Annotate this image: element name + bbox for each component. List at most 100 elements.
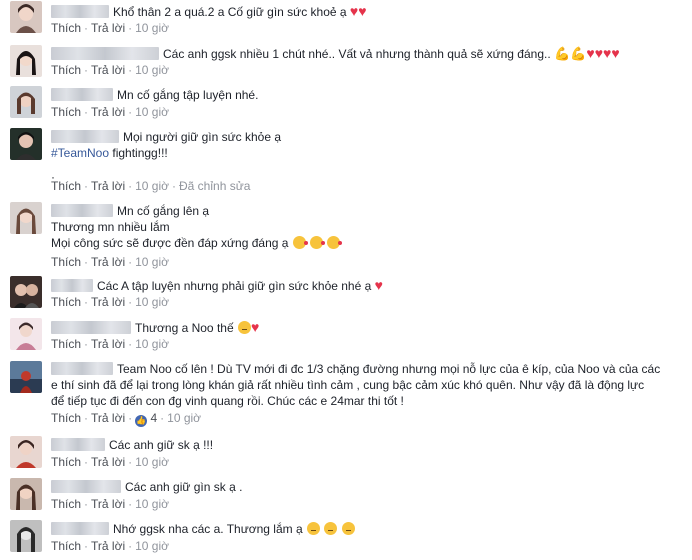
avatar[interactable] — [10, 318, 42, 350]
avatar[interactable] — [10, 361, 42, 393]
comment-body: Mọi người giữ gìn sức khỏe ạ #TeamNoo fi… — [51, 129, 684, 161]
muscle-emoji: 💪 — [570, 46, 587, 61]
comment-actions: Thích · Trả lời · 10 giờ — [51, 105, 169, 119]
comment-actions: Thích · Trả lời · 10 giờ — [51, 337, 169, 351]
commenter-name[interactable] — [51, 438, 105, 451]
kiss-emoji — [327, 236, 343, 249]
comment-actions: Thích · Trả lời · 10 giờ — [51, 539, 169, 553]
avatar[interactable] — [10, 276, 42, 308]
commenter-name[interactable] — [51, 88, 113, 101]
reply-link[interactable]: Trả lời — [91, 255, 125, 269]
timestamp[interactable]: 10 giờ — [135, 539, 169, 553]
like-link[interactable]: Thích — [51, 295, 81, 309]
commenter-name[interactable] — [51, 47, 159, 60]
kiss-emoji — [310, 236, 326, 249]
commenter-name[interactable] — [51, 362, 113, 375]
comment-actions: Thích · Trả lời · 10 giờ — [51, 255, 169, 269]
reply-link[interactable]: Trả lời — [91, 295, 125, 309]
timestamp[interactable]: 10 giờ — [135, 497, 169, 511]
timestamp[interactable]: 10 giờ — [135, 21, 169, 35]
timestamp[interactable]: 10 giờ — [135, 295, 169, 309]
comment-text: Các anh giữ sk ạ !!! — [109, 438, 214, 452]
reply-link[interactable]: Trả lời — [91, 497, 125, 511]
heart-emoji: ♥ — [374, 277, 383, 293]
avatar[interactable] — [10, 202, 42, 234]
timestamp[interactable]: 10 giờ — [135, 63, 169, 77]
thumbs-up-icon[interactable]: 👍 — [135, 415, 148, 427]
comment-text: Các anh giữ gìn sk ạ . — [125, 480, 243, 494]
like-link[interactable]: Thích — [51, 497, 81, 511]
reply-link[interactable]: Trả lời — [91, 337, 125, 351]
timestamp[interactable]: 10 giờ — [135, 337, 169, 351]
avatar[interactable] — [10, 45, 42, 77]
comment-text: để tiếp tục đi đến con đg vinh quang rồi… — [51, 394, 404, 408]
commenter-name[interactable] — [51, 522, 109, 535]
timestamp[interactable]: 10 giờ — [135, 179, 169, 193]
like-link[interactable]: Thích — [51, 255, 81, 269]
avatar[interactable] — [10, 520, 42, 552]
reply-link[interactable]: Trả lời — [91, 411, 125, 425]
kiss-emoji — [292, 236, 308, 249]
reply-link[interactable]: Trả lời — [91, 179, 125, 193]
commenter-name[interactable] — [51, 5, 109, 18]
comment-text: Mọi công sức sẽ được đền đáp xứng đáng ạ — [51, 236, 289, 250]
reply-link[interactable]: Trả lời — [91, 455, 125, 469]
commenter-name[interactable] — [51, 204, 113, 217]
timestamp[interactable]: 10 giờ — [135, 105, 169, 119]
comment-actions: Thích · Trả lời · 10 giờ — [51, 21, 169, 35]
like-link[interactable]: Thích — [51, 105, 81, 119]
like-count[interactable]: 4 — [150, 411, 157, 425]
like-link[interactable]: Thích — [51, 455, 81, 469]
reply-link[interactable]: Trả lời — [91, 21, 125, 35]
reply-link[interactable]: Trả lời — [91, 105, 125, 119]
avatar[interactable] — [10, 86, 42, 118]
comment: Thương a Noo thế ♥ Thích · Trả lời · 10 giờ — [0, 314, 692, 356]
edited-link[interactable]: Đã chỉnh sửa — [179, 179, 250, 193]
comment: Các anh giữ gìn sk ạ . Thích · Trả lời · 10 … — [0, 474, 692, 516]
avatar[interactable] — [10, 436, 42, 468]
comment-text: Thương a Noo thế — [135, 321, 234, 335]
reply-link[interactable]: Trả lời — [91, 539, 125, 553]
timestamp[interactable]: 10 giờ — [135, 255, 169, 269]
comment-body: Các anh ggsk nhiều 1 chút nhé.. Vất vả n… — [51, 45, 684, 62]
commenter-name[interactable] — [51, 130, 119, 143]
comment-actions: Thích · Trả lời · 👍 4 · 10 giờ — [51, 411, 202, 427]
sad-emoji — [324, 522, 338, 535]
comment: Mn cố gắng tập luyện nhé. Thích · Trả lời ·… — [0, 82, 692, 124]
avatar[interactable] — [10, 1, 42, 33]
like-link[interactable]: Thích — [51, 411, 81, 425]
commenter-name[interactable] — [51, 480, 121, 493]
comment-text: Nhớ ggsk nha các a. Thương lắm ạ — [113, 522, 303, 536]
avatar[interactable] — [10, 478, 42, 510]
separator-dot: · — [51, 170, 55, 184]
reply-link[interactable]: Trả lời — [91, 63, 125, 77]
comment: Mn cố gắng lên ạ Thương mn nhiều lắm Mọi… — [0, 196, 692, 270]
sad-emoji — [341, 522, 355, 535]
commenter-name[interactable] — [51, 321, 131, 334]
like-link[interactable]: Thích — [51, 539, 81, 553]
comment-body: Nhớ ggsk nha các a. Thương lắm ạ — [51, 521, 684, 537]
comment-actions: Thích · Trả lời · 10 giờ — [51, 455, 169, 469]
timestamp[interactable]: 10 giờ — [167, 411, 201, 425]
comment-text: e thí sinh đã để lại trong lòng khán giả… — [51, 378, 645, 392]
comment-body: Team Noo cố lên ! Dù TV mới đi đc 1/3 ch… — [51, 361, 684, 409]
comment-body: Khổ thân 2 a quá.2 a Cố giữ gìn sức khoẻ… — [51, 3, 684, 20]
sad-emoji — [307, 522, 320, 535]
comment-actions: Thích · Trả lời · 10 giờ — [51, 497, 169, 511]
heart-emoji: ♥ — [611, 45, 620, 61]
like-link[interactable]: Thích — [51, 337, 81, 351]
comment: Mọi người giữ gìn sức khỏe ạ #TeamNoo fi… — [0, 124, 692, 196]
like-link[interactable]: Thích — [51, 21, 81, 35]
commenter-name[interactable] — [51, 279, 93, 292]
like-link[interactable]: Thích — [51, 63, 81, 77]
hashtag-link[interactable]: #TeamNoo — [51, 146, 109, 160]
comment-text: Khổ thân 2 a quá.2 a Cố giữ gìn sức khoẻ… — [113, 5, 347, 19]
comment-text: Mn cố gắng lên ạ — [117, 204, 210, 218]
comment-list: Khổ thân 2 a quá.2 a Cố giữ gìn sức khoẻ… — [0, 0, 692, 560]
comment-actions: Thích · Trả lời · 10 giờ — [51, 63, 169, 77]
avatar[interactable] — [10, 128, 42, 160]
comment-text: Thương mn nhiều lắm — [51, 220, 170, 234]
like-link[interactable]: Thích — [51, 179, 81, 193]
timestamp[interactable]: 10 giờ — [135, 455, 169, 469]
heart-emoji: ♥ — [349, 3, 359, 19]
